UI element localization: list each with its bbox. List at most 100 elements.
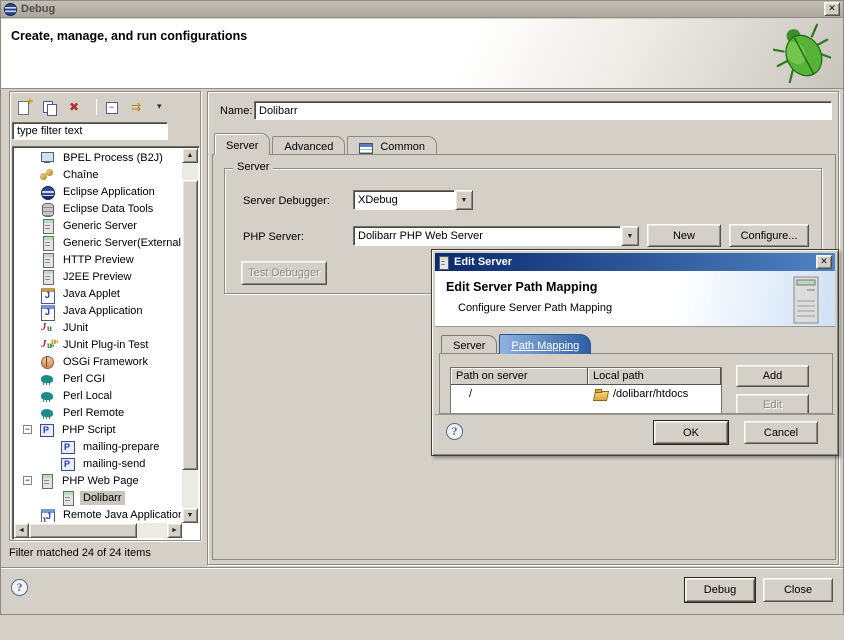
tree-item-http-preview[interactable]: HTTP Preview bbox=[15, 251, 181, 268]
path-on-server-header[interactable]: Path on server bbox=[451, 368, 588, 385]
tree-item-junit[interactable]: JUnit bbox=[15, 319, 181, 336]
database-icon bbox=[40, 202, 55, 216]
server-icon bbox=[40, 236, 55, 250]
table-icon bbox=[359, 142, 372, 153]
tree-item-generic-server[interactable]: Generic Server bbox=[15, 217, 181, 234]
tree-item-mailing-send[interactable]: mailing-send bbox=[15, 455, 181, 472]
configurations-sidebar: BPEL Process (B2J)ChaîneEclipse Applicat… bbox=[9, 91, 201, 541]
help-icon[interactable]: ? bbox=[11, 579, 28, 596]
local-path-header[interactable]: Local path bbox=[588, 368, 721, 385]
test-debugger-button-label: Test Debugger bbox=[248, 267, 320, 279]
tree-item-php-script[interactable]: − PHP Script bbox=[15, 421, 181, 438]
close-button[interactable]: Close bbox=[763, 578, 833, 602]
scroll-up-icon[interactable]: ▲ bbox=[182, 148, 198, 163]
php-file-icon bbox=[60, 440, 75, 454]
edit-server-titlebar[interactable]: Edit Server ✕ bbox=[435, 253, 835, 271]
cancel-button-label: Cancel bbox=[764, 427, 798, 439]
tree-vertical-scrollbar[interactable]: ▲ ▼ bbox=[182, 148, 198, 523]
tree-item-eclipse-data-tools[interactable]: Eclipse Data Tools bbox=[15, 200, 181, 217]
tree-item-remote-java-application[interactable]: Remote Java Application bbox=[15, 506, 181, 522]
edit-button-label: Edit bbox=[763, 399, 782, 411]
new-server-button-label: New bbox=[673, 230, 695, 242]
tree-item-bpel-process-b2j[interactable]: BPEL Process (B2J) bbox=[15, 149, 181, 166]
tree-item-junit-plug-in-test[interactable]: JUnit Plug-in Test bbox=[15, 336, 181, 353]
tree-item-label: BPEL Process (B2J) bbox=[60, 151, 166, 165]
tab-path-mapping[interactable]: Path Mapping bbox=[499, 334, 591, 354]
perl-icon bbox=[40, 389, 55, 403]
mapping-row[interactable]: //dolibarr/htdocs bbox=[451, 385, 721, 402]
name-input[interactable] bbox=[255, 102, 831, 119]
tree-item-php-web-page[interactable]: −PHP Web Page bbox=[15, 472, 181, 489]
tree-item-label: OSGi Framework bbox=[60, 355, 151, 369]
filter-input[interactable] bbox=[13, 123, 167, 139]
add-mapping-button[interactable]: Add bbox=[736, 365, 809, 387]
junit-icon bbox=[40, 321, 55, 335]
path-mapping-table: Path on server Local path //dolibarr/htd… bbox=[450, 367, 722, 414]
server-debugger-combo[interactable]: XDebug ▼ bbox=[353, 190, 473, 210]
tab-server-settings[interactable]: Server bbox=[441, 335, 497, 354]
tree-item-label: Java Application bbox=[60, 304, 146, 318]
tree-item-generic-server-external-la[interactable]: Generic Server(External La bbox=[15, 234, 181, 251]
local-path-text: /dolibarr/htdocs bbox=[613, 388, 688, 400]
new-server-button[interactable]: New bbox=[647, 224, 721, 247]
tree-item-label: mailing-prepare bbox=[80, 440, 162, 454]
debug-configurations-window: { "window": { "title": "Debug" }, "banne… bbox=[0, 0, 844, 615]
folder-icon bbox=[593, 387, 608, 401]
configure-button[interactable]: Configure... bbox=[729, 224, 809, 247]
tree-item-label: PHP Script bbox=[59, 423, 119, 437]
scroll-right-icon[interactable]: ► bbox=[167, 523, 182, 538]
tree-item-java-applet[interactable]: Java Applet bbox=[15, 285, 181, 302]
vertical-scroll-thumb[interactable] bbox=[182, 180, 198, 470]
tree-item-perl-remote[interactable]: Perl Remote bbox=[15, 404, 181, 421]
window-title: Debug bbox=[21, 3, 824, 15]
server-group-title: Server bbox=[233, 161, 273, 173]
server-tower-image bbox=[791, 276, 821, 324]
tab-common[interactable]: Common bbox=[347, 136, 437, 155]
debug-button[interactable]: Debug bbox=[685, 578, 755, 602]
delete-config-icon[interactable] bbox=[68, 100, 83, 114]
sidebar-toolbar bbox=[12, 96, 170, 118]
cancel-button[interactable]: Cancel bbox=[744, 421, 818, 444]
combo-arrow-icon[interactable]: ▼ bbox=[455, 190, 473, 210]
server-debugger-label: Server Debugger: bbox=[243, 195, 330, 207]
tree-item-j2ee-preview[interactable]: J2EE Preview bbox=[15, 268, 181, 285]
php-script-icon bbox=[39, 423, 54, 437]
tree-item-dolibarr[interactable]: Dolibarr bbox=[15, 489, 181, 506]
edit-server-close-icon[interactable]: ✕ bbox=[816, 255, 832, 269]
table-header-row: Path on server Local path bbox=[451, 368, 721, 385]
eclipse-sphere-icon bbox=[40, 185, 55, 199]
tree-item-java-application[interactable]: Java Application bbox=[15, 302, 181, 319]
tree-expander-icon[interactable]: − bbox=[23, 425, 32, 434]
tree-item-osgi-framework[interactable]: OSGi Framework bbox=[15, 353, 181, 370]
dropdown-caret-icon[interactable] bbox=[157, 100, 165, 114]
tree-item-mailing-prepare[interactable]: mailing-prepare bbox=[15, 438, 181, 455]
combo-arrow-icon[interactable]: ▼ bbox=[621, 226, 639, 246]
edit-mapping-button[interactable]: Edit bbox=[736, 394, 809, 414]
tree-item-label: Dolibarr bbox=[80, 491, 125, 505]
tree-item-perl-cgi[interactable]: Perl CGI bbox=[15, 370, 181, 387]
ok-button[interactable]: OK bbox=[654, 421, 728, 444]
tree-item-perl-local[interactable]: Perl Local bbox=[15, 387, 181, 404]
tree-item-cha-ne[interactable]: Chaîne bbox=[15, 166, 181, 183]
tab-advanced[interactable]: Advanced bbox=[272, 136, 345, 155]
scroll-track[interactable] bbox=[137, 523, 167, 538]
horizontal-scroll-thumb[interactable] bbox=[29, 523, 137, 538]
tree-expander-icon[interactable]: − bbox=[23, 476, 32, 485]
window-titlebar[interactable]: Debug ✕ bbox=[1, 1, 843, 18]
tab-server[interactable]: Server bbox=[214, 133, 270, 155]
collapse-all-icon[interactable] bbox=[105, 100, 120, 114]
new-config-icon[interactable] bbox=[16, 100, 31, 114]
dialog-help-icon[interactable]: ? bbox=[446, 423, 463, 440]
scroll-down-icon[interactable]: ▼ bbox=[182, 508, 198, 523]
tree-horizontal-scrollbar[interactable]: ◄ ► bbox=[14, 523, 182, 538]
window-close-icon[interactable]: ✕ bbox=[824, 2, 840, 16]
scroll-left-icon[interactable]: ◄ bbox=[14, 523, 29, 538]
filter-icon[interactable] bbox=[131, 100, 146, 114]
tree-item-eclipse-application[interactable]: Eclipse Application bbox=[15, 183, 181, 200]
tree-item-label: Java Applet bbox=[60, 287, 123, 301]
duplicate-config-icon[interactable] bbox=[42, 100, 57, 114]
php-server-combo[interactable]: Dolibarr PHP Web Server ▼ bbox=[353, 226, 639, 246]
name-field bbox=[254, 101, 832, 120]
test-debugger-button[interactable]: Test Debugger bbox=[241, 261, 327, 285]
add-button-label: Add bbox=[763, 370, 783, 382]
